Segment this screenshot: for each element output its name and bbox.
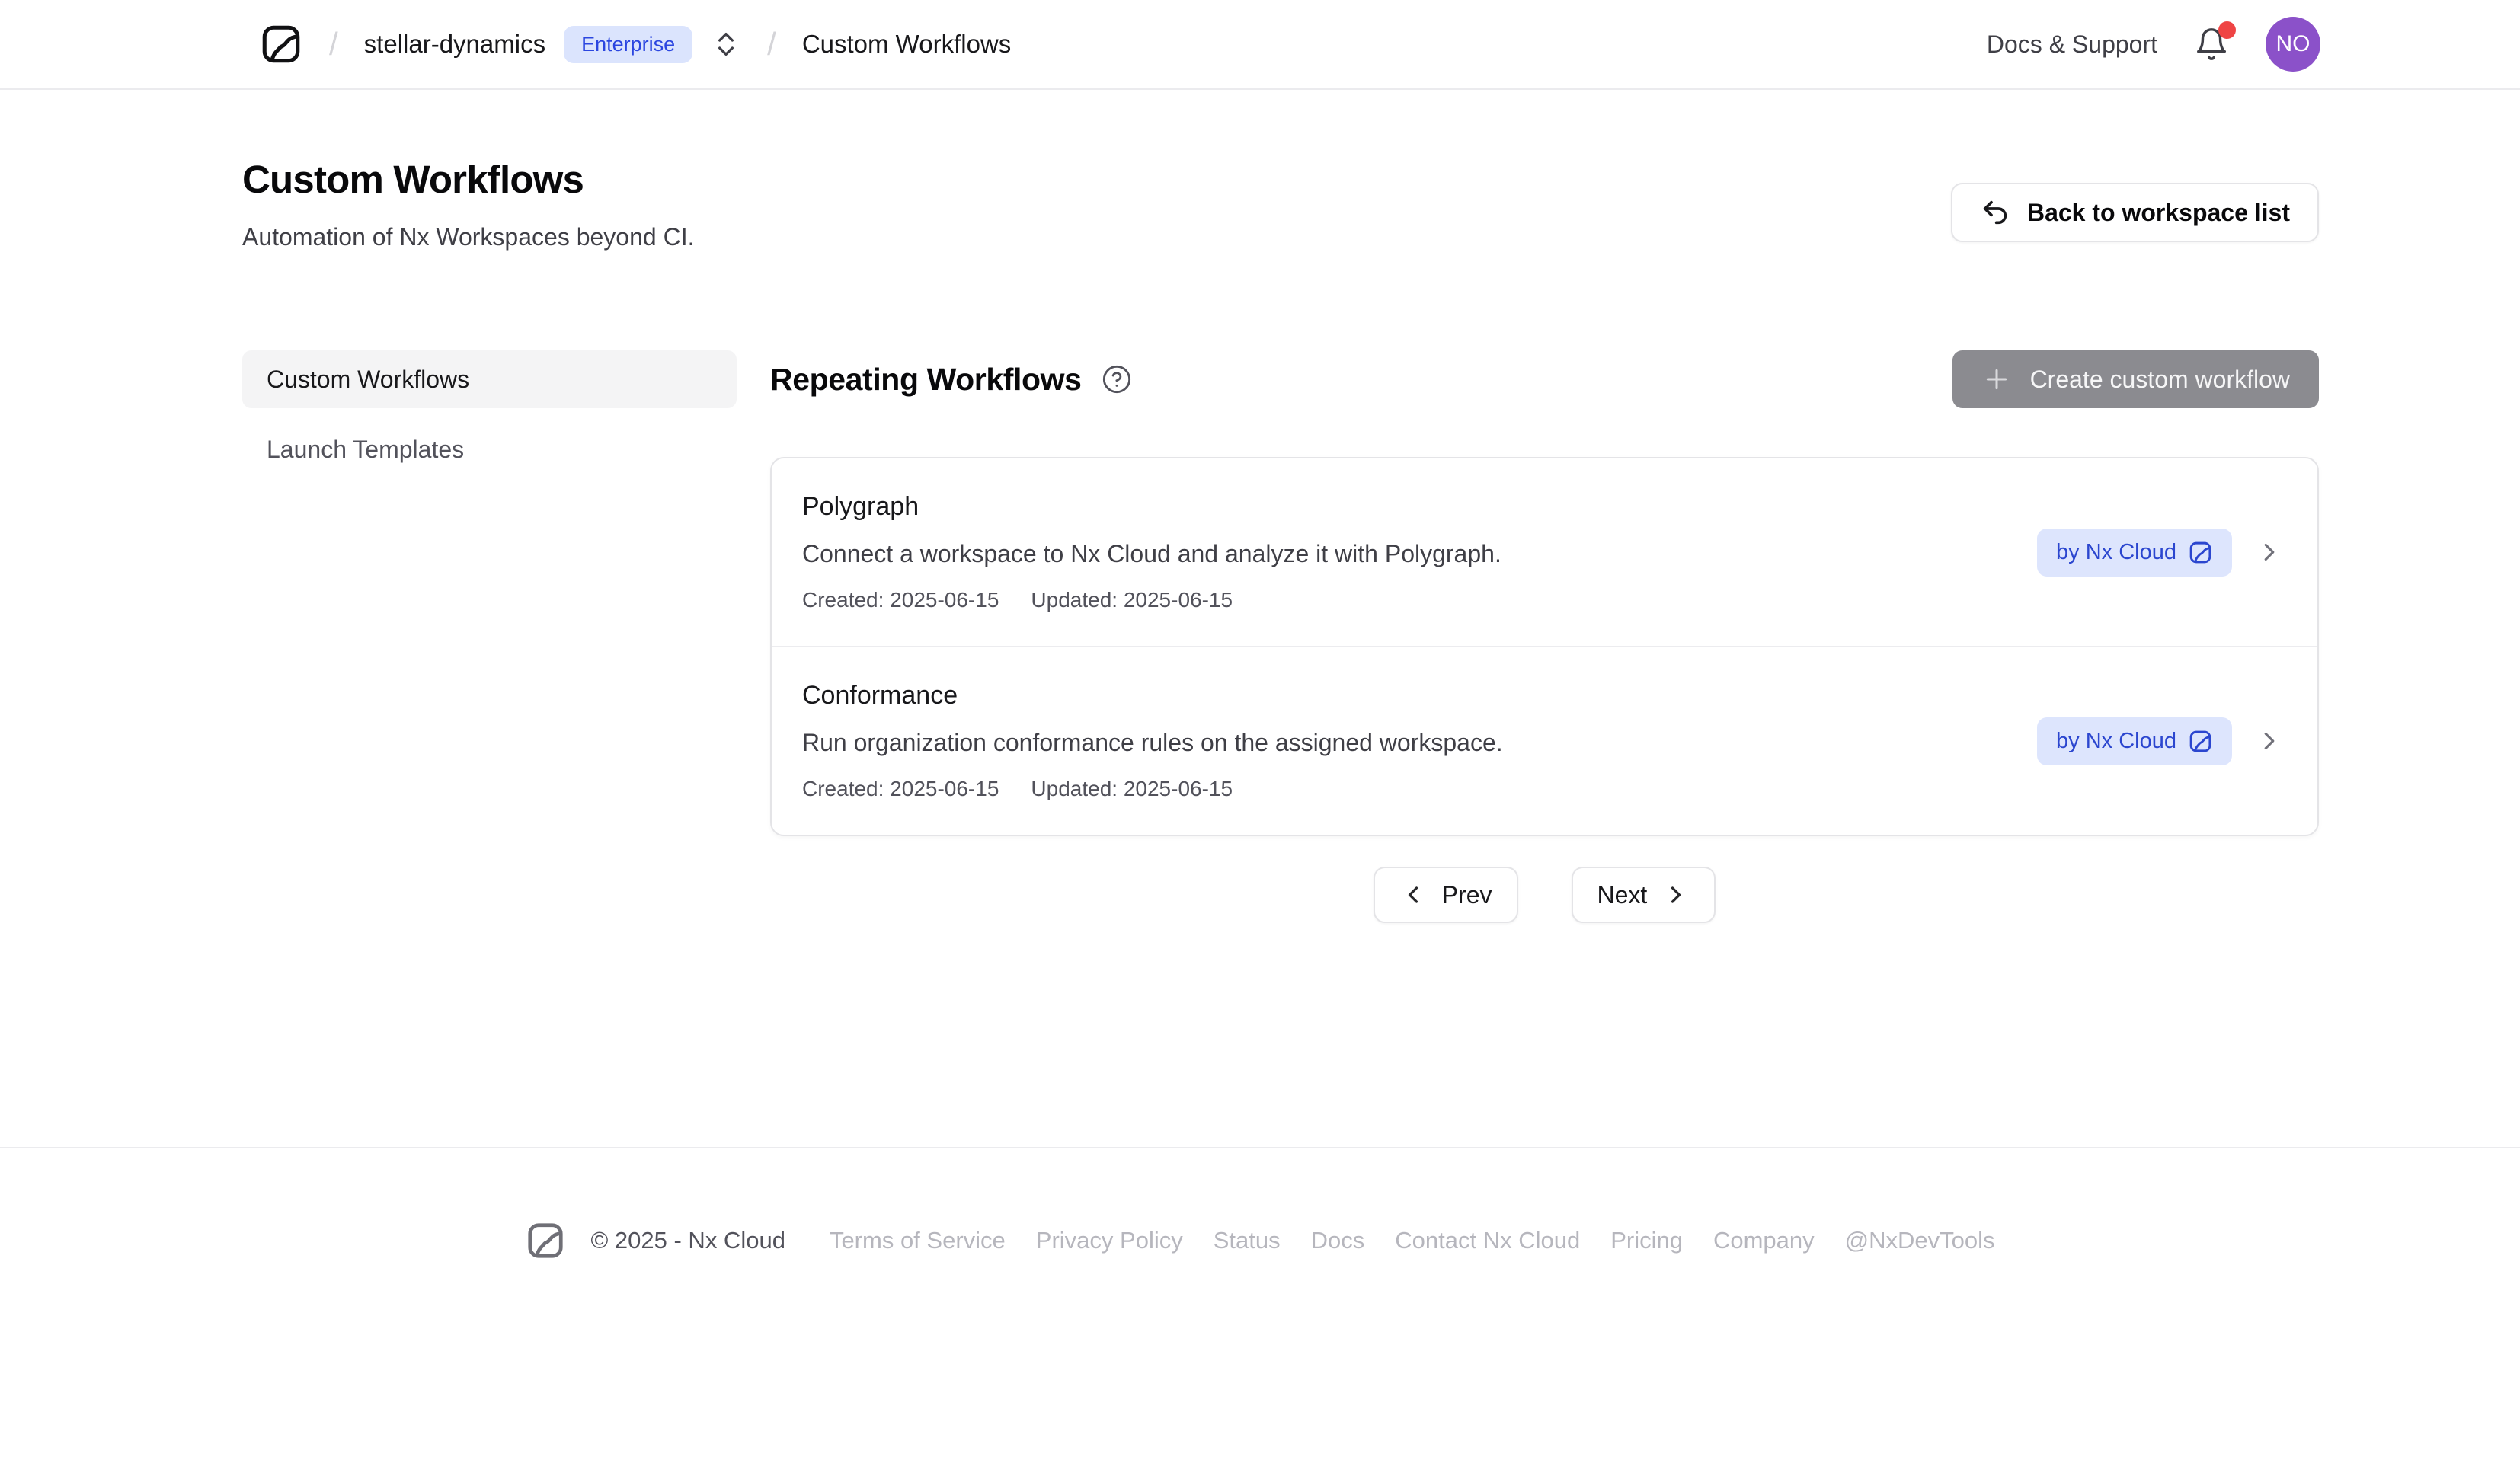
docs-support-link[interactable]: Docs & Support [1987, 30, 2157, 59]
prev-button-label: Prev [1442, 881, 1492, 909]
chevrons-up-down-icon [711, 29, 741, 59]
nx-cloud-badge-icon [2188, 729, 2213, 754]
breadcrumb-separator: / [767, 26, 776, 62]
nx-cloud-badge-icon [2188, 540, 2213, 565]
footer-copyright: © 2025 - Nx Cloud [590, 1227, 785, 1254]
workflow-updated: Updated: 2025-06-15 [1031, 777, 1233, 801]
footer-link-terms[interactable]: Terms of Service [830, 1227, 1006, 1254]
org-selector[interactable]: stellar-dynamics Enterprise [364, 26, 741, 63]
page-header-text: Custom Workflows Automation of Nx Worksp… [242, 157, 694, 251]
footer-link-contact[interactable]: Contact Nx Cloud [1395, 1227, 1580, 1254]
workflow-info: Polygraph Connect a workspace to Nx Clou… [802, 492, 1501, 612]
by-nx-cloud-badge[interactable]: by Nx Cloud [2037, 529, 2232, 577]
page-header: Custom Workflows Automation of Nx Worksp… [242, 157, 2319, 251]
breadcrumb: / stellar-dynamics Enterprise / Custom W… [259, 22, 1011, 66]
footer-link-status[interactable]: Status [1214, 1227, 1281, 1254]
workflow-row-polygraph[interactable]: Polygraph Connect a workspace to Nx Clou… [772, 458, 2317, 646]
workflows-card: Polygraph Connect a workspace to Nx Clou… [770, 457, 2319, 836]
workflow-name: Conformance [802, 681, 1503, 711]
chevron-right-icon [2255, 727, 2284, 755]
navbar-actions: Docs & Support NO [1987, 17, 2320, 72]
main-content: Custom Workflows Automation of Nx Worksp… [0, 157, 2520, 1147]
breadcrumb-page[interactable]: Custom Workflows [802, 30, 1011, 59]
footer-link-nxdevtools[interactable]: @NxDevTools [1845, 1227, 1995, 1254]
sidebar-item-custom-workflows[interactable]: Custom Workflows [242, 350, 737, 408]
page-title: Custom Workflows [242, 157, 694, 202]
pagination: Prev Next [770, 867, 2319, 923]
workflow-created: Created: 2025-06-15 [802, 588, 999, 612]
create-button-label: Create custom workflow [2030, 366, 2290, 394]
breadcrumb-separator: / [329, 26, 338, 62]
footer-link-privacy[interactable]: Privacy Policy [1036, 1227, 1183, 1254]
notifications-button[interactable] [2194, 27, 2229, 62]
next-button-label: Next [1597, 881, 1648, 909]
footer-link-company[interactable]: Company [1713, 1227, 1815, 1254]
back-to-workspace-button[interactable]: Back to workspace list [1951, 183, 2319, 242]
top-navbar: / stellar-dynamics Enterprise / Custom W… [0, 0, 2520, 90]
org-name: stellar-dynamics [364, 30, 545, 59]
workflow-created: Created: 2025-06-15 [802, 777, 999, 801]
user-avatar[interactable]: NO [2266, 17, 2320, 72]
chevron-right-icon [1662, 881, 1690, 909]
footer: © 2025 - Nx Cloud Terms of Service Priva… [0, 1147, 2520, 1261]
footer-link-pricing[interactable]: Pricing [1610, 1227, 1683, 1254]
sidebar: Custom Workflows Launch Templates [242, 350, 737, 478]
badge-label: by Nx Cloud [2056, 729, 2176, 754]
footer-brand: © 2025 - Nx Cloud [525, 1220, 785, 1261]
plus-icon [1981, 364, 2012, 395]
workflow-row-conformance[interactable]: Conformance Run organization conformance… [772, 647, 2317, 835]
next-button[interactable]: Next [1572, 867, 1716, 923]
workflow-name: Polygraph [802, 492, 1501, 522]
workflow-meta: Created: 2025-06-15 Updated: 2025-06-15 [802, 777, 1503, 801]
section-title: Repeating Workflows [770, 362, 1082, 398]
workflow-row-right: by Nx Cloud [2037, 717, 2284, 765]
enterprise-badge: Enterprise [564, 26, 692, 63]
footer-row: © 2025 - Nx Cloud Terms of Service Priva… [0, 1148, 2520, 1261]
workflow-updated: Updated: 2025-06-15 [1031, 588, 1233, 612]
page-subtitle: Automation of Nx Workspaces beyond CI. [242, 223, 694, 251]
badge-label: by Nx Cloud [2056, 540, 2176, 565]
chevron-right-icon [2255, 538, 2284, 567]
workflow-meta: Created: 2025-06-15 Updated: 2025-06-15 [802, 588, 1501, 612]
back-button-label: Back to workspace list [2027, 199, 2290, 227]
prev-button[interactable]: Prev [1374, 867, 1518, 923]
footer-link-docs[interactable]: Docs [1311, 1227, 1365, 1254]
chevron-left-icon [1399, 881, 1427, 909]
create-custom-workflow-button[interactable]: Create custom workflow [1952, 350, 2319, 408]
nx-logo-icon[interactable] [259, 22, 303, 66]
sidebar-item-launch-templates[interactable]: Launch Templates [242, 420, 737, 478]
footer-nx-logo-icon[interactable] [525, 1220, 566, 1261]
footer-links: Terms of Service Privacy Policy Status D… [830, 1227, 1995, 1254]
workflows-section: Repeating Workflows [770, 350, 2319, 923]
workflow-description: Run organization conformance rules on th… [802, 729, 1503, 757]
workflow-info: Conformance Run organization conformance… [802, 681, 1503, 801]
workflow-description: Connect a workspace to Nx Cloud and anal… [802, 540, 1501, 568]
back-arrow-icon [1980, 197, 2010, 228]
section-header: Repeating Workflows [770, 350, 2319, 408]
notification-dot [2218, 21, 2236, 39]
help-icon[interactable] [1102, 364, 1132, 395]
workflow-row-right: by Nx Cloud [2037, 529, 2284, 577]
by-nx-cloud-badge[interactable]: by Nx Cloud [2037, 717, 2232, 765]
